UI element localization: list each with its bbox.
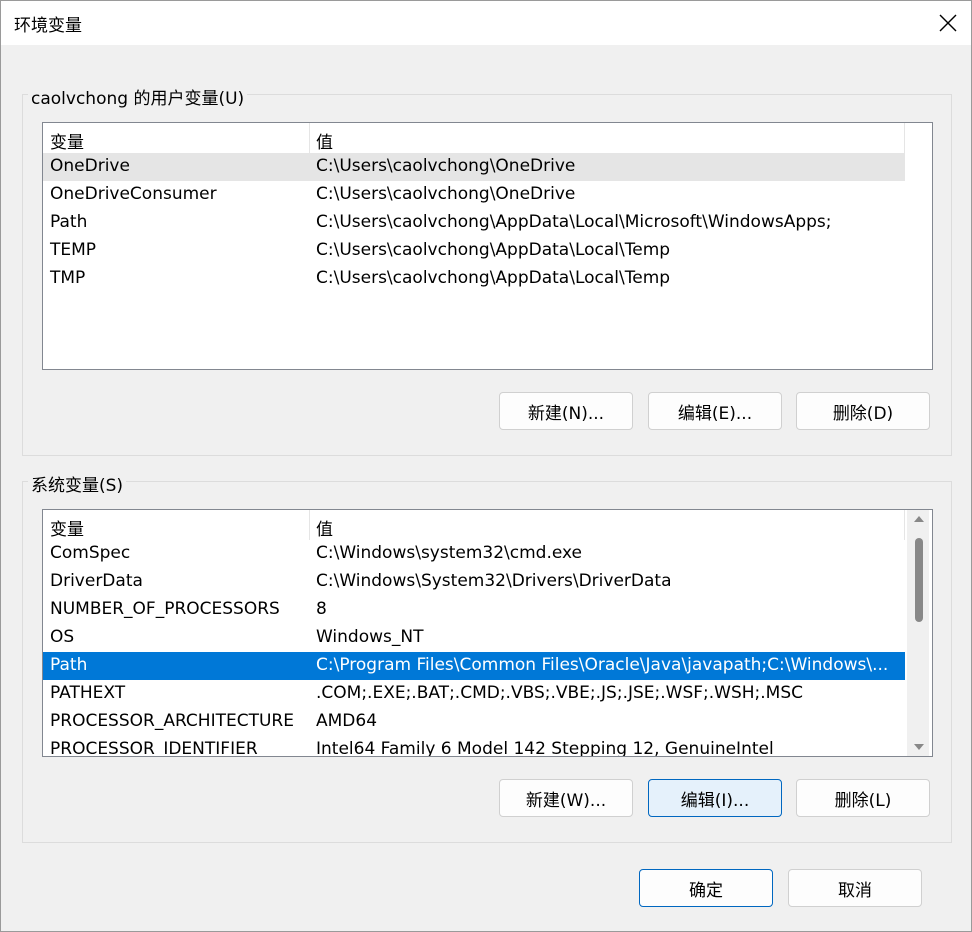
variable-value: C:\Users\caolvchong\AppData\Local\Temp: [316, 240, 671, 260]
user-variables-label: caolvchong 的用户变量(U): [28, 84, 248, 109]
environment-variables-dialog: 环境变量 caolvchong 的用户变量(U) 变量 值 OneDrive C…: [0, 0, 972, 932]
variable-value: C:\Users\caolvchong\AppData\Local\Temp: [316, 268, 671, 288]
variable-name: TMP: [50, 268, 86, 288]
column-header-value[interactable]: 值: [316, 515, 333, 540]
variable-name: PATHEXT: [50, 683, 126, 703]
variable-value: 8: [316, 599, 327, 619]
scrollbar-thumb[interactable]: [915, 538, 923, 622]
close-icon: [939, 14, 957, 32]
variable-name: PROCESSOR_ARCHITECTURE: [50, 711, 294, 731]
table-row[interactable]: OneDriveConsumer C:\Users\caolvchong\One…: [43, 181, 932, 209]
vertical-scrollbar[interactable]: [907, 510, 929, 756]
list-header: 变量 值: [43, 510, 932, 540]
user-new-button[interactable]: 新建(N)...: [499, 392, 633, 430]
variable-name: OneDrive: [50, 156, 130, 176]
table-row[interactable]: Path C:\Users\caolvchong\AppData\Local\M…: [43, 209, 932, 237]
variable-value: C:\Windows\system32\cmd.exe: [316, 543, 583, 563]
user-variables-list[interactable]: 变量 值 OneDrive C:\Users\caolvchong\OneDri…: [42, 122, 933, 370]
table-row[interactable]: OneDrive C:\Users\caolvchong\OneDrive: [43, 153, 905, 181]
dialog-title: 环境变量: [14, 16, 82, 36]
table-row[interactable]: NUMBER_OF_PROCESSORS 8: [43, 596, 905, 624]
table-row[interactable]: DriverData C:\Windows\System32\Drivers\D…: [43, 568, 905, 596]
variable-value: Windows_NT: [316, 627, 424, 647]
system-edit-button[interactable]: 编辑(I)...: [648, 779, 782, 817]
variable-value: AMD64: [316, 711, 378, 731]
user-edit-button[interactable]: 编辑(E)...: [648, 392, 782, 430]
list-header: 变量 值: [43, 123, 932, 153]
column-divider[interactable]: [309, 123, 310, 153]
scroll-up-arrow-icon[interactable]: [914, 516, 924, 522]
table-row[interactable]: TMP C:\Users\caolvchong\AppData\Local\Te…: [43, 265, 932, 293]
variable-name: OneDriveConsumer: [50, 184, 217, 204]
variable-value: C:\Users\caolvchong\OneDrive: [316, 184, 576, 204]
variable-name: OS: [50, 627, 75, 647]
variable-value: Intel64 Family 6 Model 142 Stepping 12, …: [316, 739, 774, 757]
variable-value: .COM;.EXE;.BAT;.CMD;.VBS;.VBE;.JS;.JSE;.…: [316, 683, 804, 703]
cancel-button[interactable]: 取消: [788, 869, 922, 907]
title-bar: 环境变量: [1, 1, 971, 45]
system-delete-button[interactable]: 删除(L): [796, 779, 930, 817]
column-divider[interactable]: [904, 510, 905, 540]
table-row[interactable]: ComSpec C:\Windows\system32\cmd.exe: [43, 540, 905, 568]
variable-value: C:\Users\caolvchong\AppData\Local\Micros…: [316, 212, 832, 232]
system-variables-list[interactable]: 变量 值 ComSpec C:\Windows\system32\cmd.exe…: [42, 509, 933, 757]
table-row-selected[interactable]: Path C:\Program Files\Common Files\Oracl…: [43, 652, 905, 680]
variable-name: Path: [50, 655, 88, 675]
column-header-value[interactable]: 值: [316, 128, 333, 153]
variable-name: Path: [50, 212, 88, 232]
variable-name: ComSpec: [50, 543, 131, 563]
close-button[interactable]: [925, 1, 971, 45]
table-row[interactable]: PROCESSOR_IDENTIFIER Intel64 Family 6 Mo…: [43, 736, 905, 757]
variable-value: C:\Users\caolvchong\OneDrive: [316, 156, 576, 176]
variable-name: PROCESSOR_IDENTIFIER: [50, 739, 258, 757]
column-divider[interactable]: [904, 123, 905, 153]
variable-value: C:\Windows\System32\Drivers\DriverData: [316, 571, 672, 591]
variable-name: TEMP: [50, 240, 97, 260]
scroll-down-arrow-icon[interactable]: [914, 744, 924, 750]
system-new-button[interactable]: 新建(W)...: [499, 779, 633, 817]
table-row[interactable]: OS Windows_NT: [43, 624, 905, 652]
table-row[interactable]: PROCESSOR_ARCHITECTURE AMD64: [43, 708, 905, 736]
table-row[interactable]: PATHEXT .COM;.EXE;.BAT;.CMD;.VBS;.VBE;.J…: [43, 680, 905, 708]
ok-button[interactable]: 确定: [639, 869, 773, 907]
system-variables-label: 系统变量(S): [28, 471, 127, 496]
variable-value: C:\Program Files\Common Files\Oracle\Jav…: [316, 655, 889, 675]
column-header-variable[interactable]: 变量: [50, 515, 84, 540]
user-delete-button[interactable]: 删除(D): [796, 392, 930, 430]
column-divider[interactable]: [309, 510, 310, 540]
column-header-variable[interactable]: 变量: [50, 128, 84, 153]
variable-name: NUMBER_OF_PROCESSORS: [50, 599, 280, 619]
variable-name: DriverData: [50, 571, 143, 591]
table-row[interactable]: TEMP C:\Users\caolvchong\AppData\Local\T…: [43, 237, 932, 265]
